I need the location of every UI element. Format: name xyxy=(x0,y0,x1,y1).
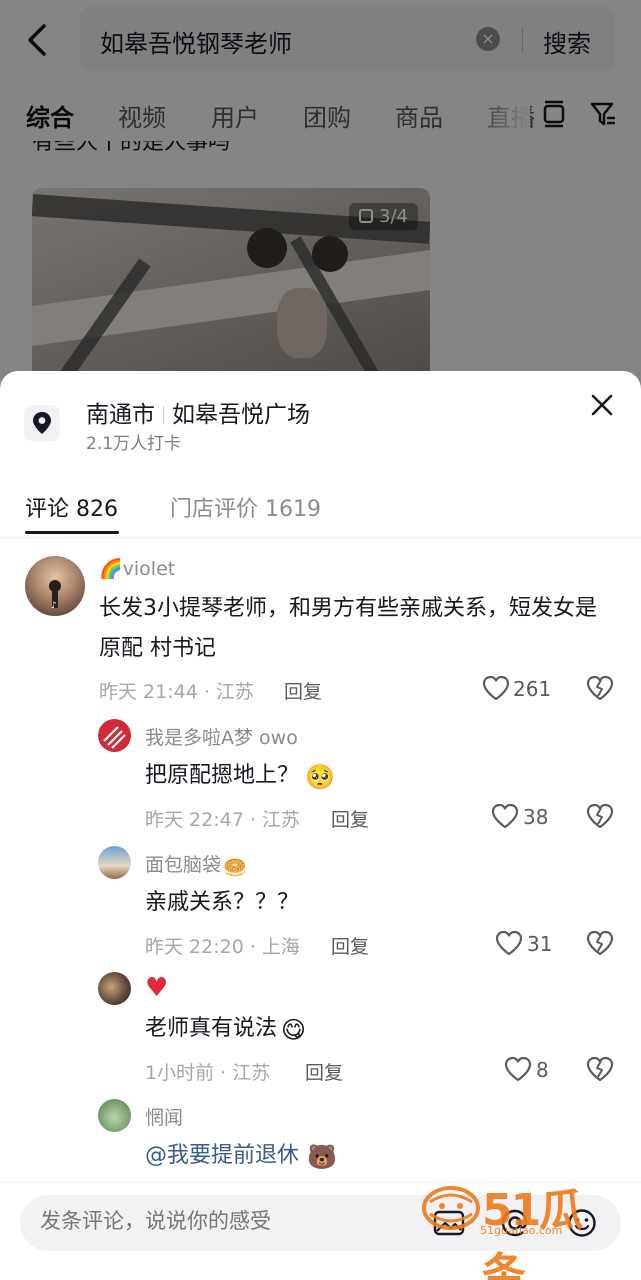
location-title[interactable]: 南通市 如皋吾悦广场 xyxy=(86,395,310,429)
tab-users[interactable]: 用户 xyxy=(211,98,259,133)
comment-input-bar xyxy=(0,1182,641,1280)
broken-heart-icon[interactable] xyxy=(586,929,614,957)
active-tab-indicator xyxy=(25,531,119,534)
comment-author[interactable]: 面包脑袋 🥯 xyxy=(145,850,247,879)
filter-icon[interactable] xyxy=(589,100,617,128)
heart-icon[interactable] xyxy=(491,803,519,829)
page-indicator: 3/4 xyxy=(349,203,418,230)
tab-videos[interactable]: 视频 xyxy=(118,98,166,133)
comment-text: @我要提前退休 🐻 xyxy=(145,1136,605,1177)
like-count: 31 xyxy=(527,932,553,956)
heart-icon[interactable] xyxy=(482,675,510,701)
tab-comprehensive[interactable]: 综合 xyxy=(26,98,74,133)
comment-text: 老师真有说法 😋 xyxy=(145,1009,605,1050)
search-divider xyxy=(522,27,523,53)
back-arrow-icon[interactable] xyxy=(22,22,52,58)
reply-button[interactable]: 回复 xyxy=(305,1058,343,1085)
layout-toggle-icon[interactable] xyxy=(541,100,567,128)
reply-item: 面包脑袋 🥯 亲戚关系？？？ 昨天 22:20 · 上海 回复 31 xyxy=(0,846,641,966)
search-button[interactable]: 搜索 xyxy=(543,24,591,59)
heart-icon[interactable] xyxy=(504,1056,532,1082)
bear-sticker-icon: 🐻 xyxy=(307,1143,337,1171)
comment-text: 长发3小提琴老师，和男方有些亲戚关系，短发女是原配 村书记 xyxy=(99,596,597,661)
search-input[interactable]: 如皋吾悦钢琴老师 xyxy=(100,24,292,59)
svg-text:♪: ♪ xyxy=(51,601,57,611)
tab-divider xyxy=(0,537,641,538)
photo-figure xyxy=(247,228,287,268)
location-city: 南通市 xyxy=(86,402,155,428)
clear-icon[interactable]: × xyxy=(476,27,500,51)
tab-group-buy[interactable]: 团购 xyxy=(303,98,351,133)
broken-heart-icon[interactable] xyxy=(586,674,614,702)
page-indicator-text: 3/4 xyxy=(379,206,408,227)
image-icon[interactable] xyxy=(432,1207,466,1239)
like-count: 38 xyxy=(523,805,549,829)
search-results-page: 如皋吾悦钢琴老师 × 搜索 综合 视频 用户 团购 商品 直播 有些人干的是人事… xyxy=(0,0,641,400)
comment-time: 1小时前 · 江苏 xyxy=(145,1062,271,1084)
comment-text-body: 老师真有说法 xyxy=(145,1016,278,1041)
comment-text-body: 把原配摁地上？ xyxy=(145,763,300,788)
comment-item: ♪ 🌈violet 长发3小提琴老师，和男方有些亲戚关系，短发女是原配 村书记 … xyxy=(0,554,641,714)
search-box[interactable]: 如皋吾悦钢琴老师 × 搜索 xyxy=(80,7,615,71)
tab-store-reviews[interactable]: 门店评价 1619 xyxy=(170,491,321,523)
avatar[interactable] xyxy=(98,972,131,1005)
photo-figure xyxy=(277,288,327,358)
tab-comments[interactable]: 评论 826 xyxy=(25,491,118,523)
comment-text: 亲戚关系？？？ xyxy=(145,890,300,915)
heart-emoji-name[interactable]: ♥ xyxy=(145,973,168,1003)
comment-time: 昨天 21:44 · 江苏 xyxy=(99,681,254,703)
avatar[interactable] xyxy=(98,846,131,879)
like-count: 8 xyxy=(536,1058,549,1082)
result-card-caption: 有些人干的是人事吗 xyxy=(32,141,432,163)
pleading-face-icon: 🥺 xyxy=(305,763,335,791)
location-pin-icon xyxy=(24,405,60,441)
top-bar: 如皋吾悦钢琴老师 × 搜索 xyxy=(0,0,641,86)
avatar[interactable] xyxy=(98,1099,131,1132)
reply-button[interactable]: 回复 xyxy=(284,677,322,704)
at-mention-icon[interactable] xyxy=(498,1207,532,1239)
comment-sheet: 南通市 如皋吾悦广场 2.1万人打卡 评论 826 门店评价 1619 ♪ 🌈vi… xyxy=(0,371,641,1280)
comment-time: 昨天 22:20 · 上海 xyxy=(145,936,300,958)
caption-text: 有些人干的是人事吗 xyxy=(32,141,231,155)
photo-figure xyxy=(312,236,348,272)
comment-time: 昨天 22:47 · 江苏 xyxy=(145,809,300,831)
broken-heart-icon[interactable] xyxy=(586,802,614,830)
like-count: 261 xyxy=(513,677,552,701)
author-name: 面包脑袋 xyxy=(145,854,222,876)
emoji-icon[interactable] xyxy=(565,1207,599,1239)
close-icon[interactable] xyxy=(586,389,618,421)
broken-heart-icon[interactable] xyxy=(586,1055,614,1083)
comment-input[interactable] xyxy=(40,1210,420,1234)
heart-icon[interactable] xyxy=(495,930,523,956)
location-place: 如皋吾悦广场 xyxy=(172,402,310,428)
tab-products[interactable]: 商品 xyxy=(395,98,443,133)
comment-text: 把原配摁地上？ 🥺 xyxy=(145,756,605,797)
bagel-icon: 🥯 xyxy=(223,857,247,879)
stack-icon xyxy=(359,209,374,223)
comment-author[interactable]: 惘闻 xyxy=(145,1103,183,1130)
tab-fade xyxy=(470,92,530,140)
reply-item: ♥ 老师真有说法 😋 1小时前 · 江苏 回复 8 xyxy=(0,972,641,1092)
reply-item: 惘闻 @我要提前退休 🐻 xyxy=(0,1099,641,1179)
mention-link[interactable]: @我要提前退休 xyxy=(145,1143,299,1168)
result-card-photo[interactable]: 3/4 xyxy=(32,188,430,400)
title-separator xyxy=(163,406,164,424)
comment-author[interactable]: 我是多啦A梦 owo xyxy=(145,723,298,750)
reply-item: 我是多啦A梦 owo 把原配摁地上？ 🥺 昨天 22:47 · 江苏 回复 38 xyxy=(0,718,641,838)
reply-button[interactable]: 回复 xyxy=(331,932,369,959)
avatar[interactable]: ♪ xyxy=(25,556,85,616)
yum-face-icon: 😋 xyxy=(281,1016,307,1044)
reply-button[interactable]: 回复 xyxy=(331,805,369,832)
checkin-count: 2.1万人打卡 xyxy=(86,434,182,454)
avatar[interactable] xyxy=(98,719,131,752)
comment-input-box[interactable] xyxy=(20,1195,621,1251)
comment-author[interactable]: 🌈violet xyxy=(99,557,175,580)
